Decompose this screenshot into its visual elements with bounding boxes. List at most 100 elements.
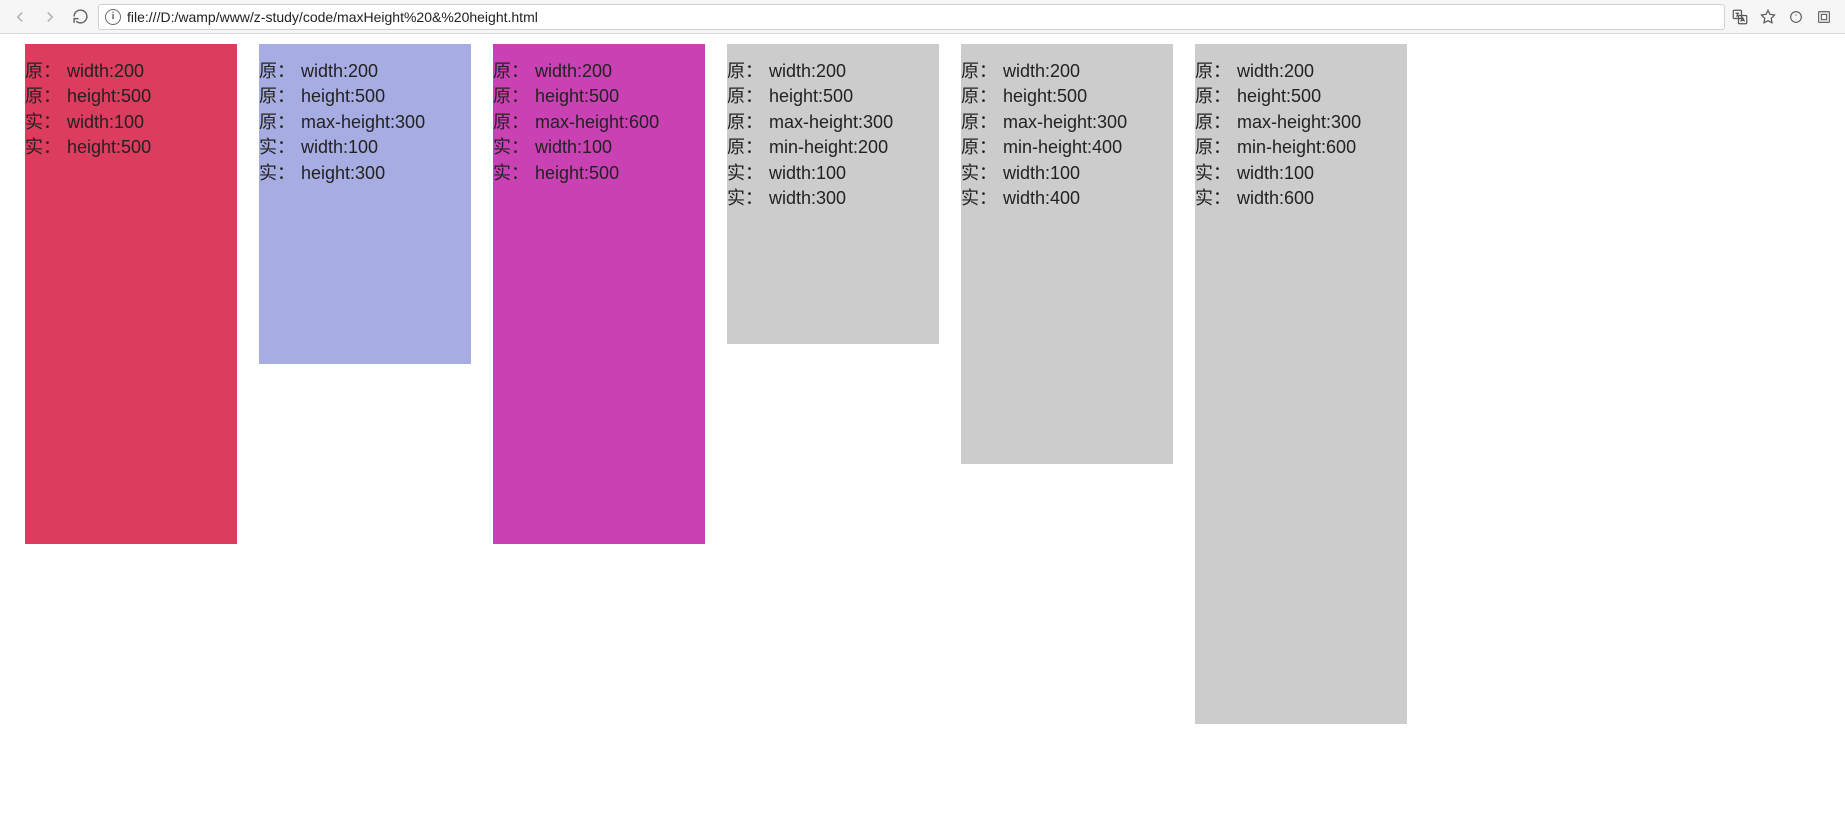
- line-label: 原：: [259, 111, 301, 134]
- box-line: 原：height:500: [1195, 85, 1407, 110]
- forward-button[interactable]: [38, 5, 62, 29]
- square-icon: [1816, 9, 1832, 25]
- extension-button-1[interactable]: [1787, 8, 1805, 26]
- line-value: height:500: [67, 85, 237, 108]
- line-value: min-height:400: [1003, 136, 1173, 159]
- demo-box-1: 原：width:200原：height:500实：width:100实：heig…: [25, 44, 237, 544]
- box-line: 实：width:100: [961, 162, 1173, 187]
- line-value: height:500: [535, 85, 705, 108]
- line-value: max-height:600: [535, 111, 705, 134]
- line-label: 原：: [493, 60, 535, 83]
- line-value: height:500: [535, 162, 705, 185]
- box-line: 原：height:500: [25, 85, 237, 110]
- demo-box-4: 原：width:200原：height:500原：max-height:300原…: [727, 44, 939, 344]
- line-label: 原：: [259, 85, 301, 108]
- translate-button[interactable]: [1731, 8, 1749, 26]
- box-line: 实：height:300: [259, 162, 471, 187]
- reload-button[interactable]: [68, 5, 92, 29]
- line-value: height:500: [1003, 85, 1173, 108]
- address-bar[interactable]: i file:///D:/wamp/www/z-study/code/maxHe…: [98, 4, 1725, 30]
- line-value: width:600: [1237, 187, 1407, 210]
- page-content: 原：width:200原：height:500实：width:100实：heig…: [0, 34, 1845, 734]
- box-line: 实：height:500: [493, 162, 705, 187]
- line-label: 原：: [727, 60, 769, 83]
- box-line: 实：width:100: [25, 111, 237, 136]
- box-line: 实：width:400: [961, 187, 1173, 212]
- box-line: 原：width:200: [727, 60, 939, 85]
- box-line: 实：width:100: [493, 136, 705, 161]
- box-line: 实：height:500: [25, 136, 237, 161]
- line-label: 实：: [727, 187, 769, 210]
- line-label: 原：: [961, 111, 1003, 134]
- arrow-right-icon: [41, 8, 59, 26]
- back-button[interactable]: [8, 5, 32, 29]
- line-value: width:100: [1237, 162, 1407, 185]
- line-label: 原：: [1195, 111, 1237, 134]
- box-line: 实：width:100: [727, 162, 939, 187]
- browser-toolbar: i file:///D:/wamp/www/z-study/code/maxHe…: [0, 0, 1845, 34]
- line-label: 原：: [961, 60, 1003, 83]
- line-label: 原：: [1195, 85, 1237, 108]
- line-label: 原：: [259, 60, 301, 83]
- line-value: width:200: [535, 60, 705, 83]
- line-label: 实：: [727, 162, 769, 185]
- line-value: width:100: [67, 111, 237, 134]
- url-text: file:///D:/wamp/www/z-study/code/maxHeig…: [127, 9, 538, 25]
- line-value: width:200: [769, 60, 939, 83]
- translate-icon: [1731, 8, 1749, 26]
- line-value: height:300: [301, 162, 471, 185]
- line-label: 实：: [1195, 187, 1237, 210]
- star-icon: [1759, 8, 1777, 26]
- line-label: 实：: [259, 136, 301, 159]
- demo-box-2: 原：width:200原：height:500原：max-height:300实…: [259, 44, 471, 364]
- box-line: 原：min-height:600: [1195, 136, 1407, 161]
- line-value: min-height:200: [769, 136, 939, 159]
- line-label: 原：: [25, 85, 67, 108]
- line-value: width:100: [1003, 162, 1173, 185]
- box-line: 原：height:500: [493, 85, 705, 110]
- box-line: 原：min-height:400: [961, 136, 1173, 161]
- box-line: 实：width:100: [1195, 162, 1407, 187]
- line-value: max-height:300: [769, 111, 939, 134]
- line-label: 原：: [727, 85, 769, 108]
- line-label: 实：: [259, 162, 301, 185]
- box-line: 实：width:100: [259, 136, 471, 161]
- box-line: 原：max-height:300: [727, 111, 939, 136]
- line-value: width:200: [1003, 60, 1173, 83]
- arrow-left-icon: [11, 8, 29, 26]
- line-value: width:100: [769, 162, 939, 185]
- reload-icon: [72, 8, 89, 25]
- demo-box-5: 原：width:200原：height:500原：max-height:300原…: [961, 44, 1173, 464]
- extension-button-2[interactable]: [1815, 8, 1833, 26]
- line-value: max-height:300: [1003, 111, 1173, 134]
- box-line: 原：width:200: [493, 60, 705, 85]
- line-label: 实：: [25, 136, 67, 159]
- line-label: 原：: [727, 136, 769, 159]
- line-value: width:400: [1003, 187, 1173, 210]
- box-line: 原：height:500: [259, 85, 471, 110]
- box-line: 原：height:500: [727, 85, 939, 110]
- box-line: 原：width:200: [25, 60, 237, 85]
- line-value: width:300: [769, 187, 939, 210]
- line-value: width:200: [1237, 60, 1407, 83]
- box-line: 原：max-height:300: [961, 111, 1173, 136]
- box-line: 原：min-height:200: [727, 136, 939, 161]
- line-label: 原：: [1195, 60, 1237, 83]
- line-label: 实：: [493, 162, 535, 185]
- line-label: 原：: [493, 85, 535, 108]
- bookmark-button[interactable]: [1759, 8, 1777, 26]
- line-label: 实：: [1195, 162, 1237, 185]
- line-label: 原：: [1195, 136, 1237, 159]
- line-label: 实：: [25, 111, 67, 134]
- line-value: width:100: [535, 136, 705, 159]
- line-label: 原：: [961, 136, 1003, 159]
- line-label: 实：: [961, 162, 1003, 185]
- line-label: 原：: [727, 111, 769, 134]
- line-label: 实：: [961, 187, 1003, 210]
- box-line: 原：max-height:600: [493, 111, 705, 136]
- box-line: 原：width:200: [259, 60, 471, 85]
- circle-icon: [1788, 9, 1804, 25]
- line-value: height:500: [301, 85, 471, 108]
- line-label: 原：: [961, 85, 1003, 108]
- info-icon: i: [105, 9, 121, 25]
